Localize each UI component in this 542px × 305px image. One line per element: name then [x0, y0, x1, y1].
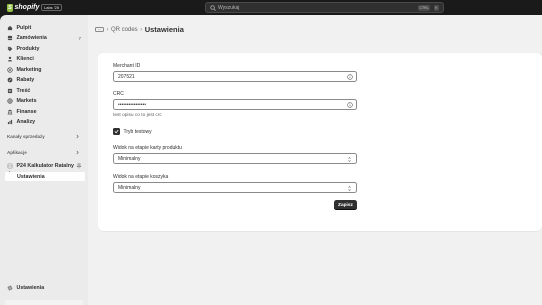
settings-card: Merchant ID 207521 CRC •••••••••••••••• …: [98, 53, 542, 231]
sidebar-item-label: Marketing: [16, 66, 42, 73]
orders-icon: [7, 35, 13, 41]
page-title: Ustawienia: [144, 25, 184, 34]
crc-field[interactable]: ••••••••••••••••: [113, 99, 357, 110]
chart-icon: [7, 119, 13, 125]
product-widget-select[interactable]: Minimalny: [113, 153, 357, 164]
sidebar-item-label: Rabaty: [16, 77, 35, 83]
product-widget-label: Widok na etapie karty produktu: [113, 145, 182, 151]
sidebar-item-klienci[interactable]: Klienci: [5, 55, 85, 64]
search-input[interactable]: Wyszukaj CTRL K: [205, 2, 444, 13]
crc-label: CRC: [113, 91, 124, 97]
bank-icon: [7, 109, 13, 114]
test-mode-row[interactable]: Tryb testowy: [113, 128, 152, 135]
breadcrumb: ··· › QR codes › Ustawienia: [95, 25, 184, 34]
sidebar-item-produkty[interactable]: Produkty: [5, 44, 85, 53]
sidebar-item-label: Treść: [16, 87, 31, 94]
sidebar-app-p24[interactable]: P24 Kalkulator Ratalny: [5, 161, 85, 170]
sidebar-item-rabaty[interactable]: Rabaty: [5, 76, 85, 85]
top-bar: S shopify Labs '25 Wyszukaj CTRL K: [0, 0, 542, 15]
breadcrumb-separator: ›: [140, 26, 143, 33]
sidebar-item-tresc[interactable]: Treść: [5, 86, 85, 95]
home-icon: [7, 25, 13, 30]
select-chevron-icon: [348, 186, 351, 191]
breadcrumb-separator: ›: [106, 26, 109, 33]
sidebar-item-label: Analizy: [16, 119, 36, 125]
logo-text: shopify: [14, 4, 40, 11]
orders-count-badge: 7: [78, 35, 81, 41]
cart-widget-label: Widok na etapie koszyka: [113, 174, 169, 180]
search-placeholder: Wyszukaj: [218, 5, 240, 12]
tag-icon: [7, 46, 13, 51]
test-mode-checkbox[interactable]: [113, 128, 120, 135]
sidebar-item-analizy[interactable]: Analizy: [5, 118, 85, 127]
gear-icon: [7, 285, 13, 290]
target-icon: [7, 66, 13, 73]
chevron-right-icon[interactable]: [75, 134, 80, 139]
sidebar-bottom-strip: [5, 300, 83, 305]
sidebar: Pulpit Zamówienia 7 Produkty Klienci Mar…: [0, 15, 88, 305]
discount-icon: [7, 77, 13, 83]
app-name: P24 Kalkulator Ratalny: [16, 162, 74, 169]
sidebar-item-label: Klienci: [16, 56, 34, 62]
shopify-logo[interactable]: S shopify: [7, 3, 39, 12]
sidebar-subitem-ustawienia[interactable]: Ustawienia: [5, 172, 85, 181]
sidebar-item-label: Ustawienia: [16, 284, 45, 291]
crc-value: ••••••••••••••••: [118, 101, 147, 108]
sidebar-item-marketing[interactable]: Marketing: [5, 65, 85, 74]
search-icon: [210, 5, 216, 11]
info-icon[interactable]: [346, 102, 353, 108]
content-icon: [7, 88, 13, 93]
merchant-id-label: Merchant ID: [113, 63, 141, 69]
apps-heading[interactable]: Aplikacje: [7, 150, 27, 155]
main-content: ··· › QR codes › Ustawienia Merchant ID …: [88, 15, 542, 305]
shopify-bag-icon: S: [7, 3, 13, 12]
sidebar-item-markets[interactable]: Markets: [5, 97, 85, 106]
breadcrumb-parent-link[interactable]: QR codes: [111, 27, 138, 33]
sidebar-subitem-label: Ustawienia: [17, 173, 45, 180]
sales-channels-heading[interactable]: Kanały sprzedaży: [7, 134, 45, 139]
sidebar-item-finanse[interactable]: Finanse: [5, 107, 85, 116]
app-menu-icon[interactable]: ···: [95, 26, 104, 33]
merchant-id-field[interactable]: 207521: [113, 71, 357, 82]
sidebar-item-label: Markets: [16, 98, 37, 104]
crc-help-text: test opisu co to jest crc: [113, 113, 162, 118]
checkmark-icon: [114, 130, 119, 134]
chevron-right-icon[interactable]: [75, 150, 80, 155]
test-mode-label: Tryb testowy: [123, 128, 152, 135]
cart-widget-select[interactable]: Minimalny: [113, 182, 357, 193]
plan-badge: Labs '25: [41, 4, 62, 11]
sidebar-item-pulpit[interactable]: Pulpit: [5, 23, 85, 32]
sidebar-item-label: Produkty: [16, 45, 40, 52]
save-button[interactable]: Zapisz: [334, 200, 357, 210]
select-chevron-icon: [348, 157, 351, 162]
shortcut-k-key: K: [433, 5, 439, 11]
merchant-id-value: 207521: [118, 73, 135, 80]
cart-widget-value: Minimalny: [118, 184, 141, 191]
sidebar-item-label: Zamówienia: [16, 35, 47, 41]
sidebar-item-label: Pulpit: [16, 24, 32, 31]
globe-icon: [7, 98, 13, 104]
product-widget-value: Minimalny: [118, 155, 141, 162]
person-icon: [7, 56, 13, 62]
info-icon[interactable]: [346, 74, 353, 80]
sidebar-item-settings[interactable]: Ustawienia: [5, 283, 85, 292]
sidebar-item-zamowienia[interactable]: Zamówienia 7: [5, 34, 85, 43]
sidebar-item-label: Finanse: [16, 108, 37, 115]
app-grid-icon: [7, 163, 13, 168]
shortcut-ctrl-key: CTRL: [418, 5, 430, 11]
pin-icon[interactable]: [76, 163, 82, 169]
